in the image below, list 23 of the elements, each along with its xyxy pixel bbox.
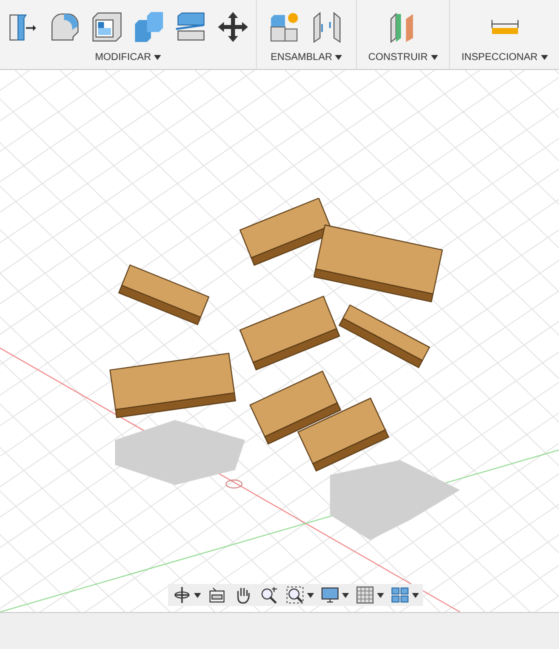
toolbar-group-menu[interactable]: CONSTRUIR <box>368 50 438 65</box>
caret-icon[interactable] <box>430 55 438 60</box>
monitor-icon[interactable] <box>320 585 340 605</box>
grid-icon[interactable] <box>355 585 375 605</box>
orbit-icon[interactable] <box>172 585 192 605</box>
caret-icon[interactable] <box>412 592 419 598</box>
caret-icon[interactable] <box>154 55 162 60</box>
caret-icon[interactable] <box>540 55 548 60</box>
toolbar-group-menu[interactable]: MODIFICAR <box>94 50 162 65</box>
caret-icon[interactable] <box>342 592 349 598</box>
move-icon[interactable] <box>216 10 250 44</box>
viewports-icon[interactable] <box>390 585 410 605</box>
caret-icon[interactable] <box>194 592 201 598</box>
zoom-icon[interactable] <box>259 585 279 605</box>
caret-icon[interactable] <box>377 592 384 598</box>
combine-icon[interactable] <box>132 10 166 44</box>
shell-icon[interactable] <box>90 10 124 44</box>
caret-icon[interactable] <box>335 55 342 60</box>
toolbar-group-menu[interactable]: ENSAMBLAR <box>270 50 342 65</box>
caret-icon[interactable] <box>307 592 314 598</box>
look-at-icon[interactable] <box>207 585 227 605</box>
toolbar-group-menu[interactable]: INSPECCIONAR <box>461 50 548 65</box>
zoom-window-icon[interactable] <box>285 585 305 605</box>
